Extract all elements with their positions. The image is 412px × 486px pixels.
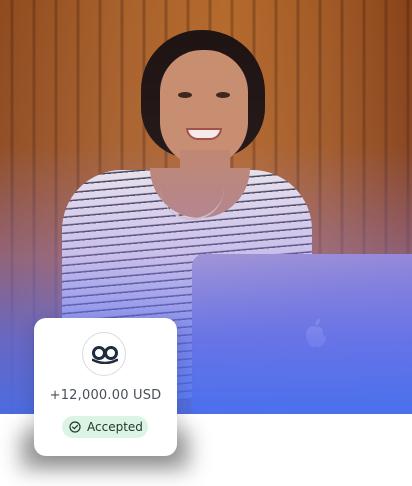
check-circle-icon bbox=[69, 421, 81, 433]
eyes-logo-icon bbox=[92, 346, 118, 364]
avatar bbox=[82, 332, 126, 376]
hero-section: +12,000.00 USD Accepted bbox=[0, 0, 412, 486]
status-badge: Accepted bbox=[62, 416, 148, 438]
transaction-amount: +12,000.00 USD bbox=[49, 388, 162, 403]
status-label: Accepted bbox=[87, 420, 143, 434]
transaction-card: +12,000.00 USD Accepted bbox=[34, 318, 177, 456]
